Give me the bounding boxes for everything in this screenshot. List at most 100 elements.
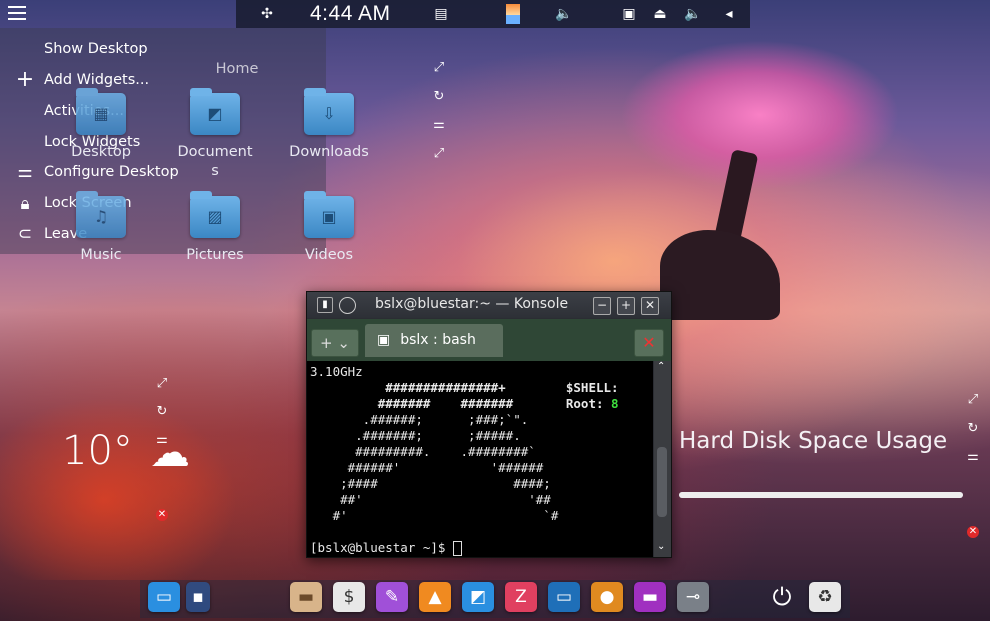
settings-icon[interactable]: ⚌	[964, 449, 982, 464]
disk-usage-bar	[679, 492, 963, 498]
rotate-icon[interactable]: ↻	[964, 421, 982, 436]
folder-icon: ♫	[76, 191, 126, 238]
term-prompt: [bslx@bluestar ~]$	[310, 540, 453, 555]
folder-icon: ▦	[76, 88, 126, 135]
pager-icon[interactable]: ▪	[186, 582, 210, 612]
term-line: ###############+ $SHELL:	[310, 380, 619, 395]
settings-icon[interactable]: ⚌	[430, 117, 448, 132]
close-icon[interactable]: ✕	[967, 526, 979, 538]
top-panel: ✣ 4:44 AM ▤ 🔈 ▣ ⏏ 🔈 ◂	[236, 0, 750, 28]
tray-arrow-icon[interactable]: ◂	[718, 4, 740, 24]
speaker-icon[interactable]: 🔈	[682, 4, 704, 24]
disk-usage-fill	[679, 492, 963, 498]
sliders-icon: ⚌	[17, 162, 33, 182]
term-line: 3.10GHz	[310, 364, 363, 379]
tab-label: bslx : bash	[400, 332, 476, 348]
term-cursor	[453, 541, 462, 556]
terminal-output[interactable]: 3.10GHz ###############+ $SHELL: #######…	[307, 361, 653, 557]
resize-icon[interactable]: ⤢	[430, 60, 448, 75]
folder-label: Downloads	[289, 144, 369, 160]
folder-icon: ⇩	[304, 88, 354, 135]
image-viewer-icon[interactable]: ◩	[462, 582, 494, 612]
folder-icon: ◩	[190, 88, 240, 135]
folder-videos[interactable]: ▣ Videos	[274, 191, 384, 265]
folder-label: Videos	[304, 247, 354, 263]
term-line: ####### ####### Root:	[310, 396, 612, 411]
rotate-icon[interactable]: ↻	[430, 89, 448, 104]
vlc-icon[interactable]: ▲	[419, 582, 451, 612]
wallpaper-lava	[0, 380, 260, 580]
term-line: ######' '######	[310, 460, 544, 475]
filezilla-icon[interactable]: Z	[505, 582, 537, 612]
menu-item-add-widgets[interactable]: Add Widgets...	[44, 72, 149, 88]
folder-label: Home	[215, 61, 259, 77]
window-menu-icon[interactable]: ▮	[317, 297, 333, 313]
toggle-icon[interactable]: ⊸	[677, 582, 709, 612]
folder-label: Documents	[177, 144, 253, 179]
folder-pictures[interactable]: ▨ Pictures	[160, 191, 270, 265]
volume-icon[interactable]: 🔈	[553, 4, 575, 24]
kickoff-launcher-icon[interactable]: ✣	[256, 4, 278, 24]
dock: ▭ ▪ ▬ $ ✎ ▲ ◩ Z ▭ ● ▬ ⊸ ⏻ ♻	[0, 578, 990, 621]
usb-device-icon[interactable]: ⏏	[649, 4, 671, 24]
term-line: #' `#	[310, 508, 559, 523]
close-tab-button[interactable]: ✕	[634, 329, 664, 357]
term-line: .######; ;###;`".	[310, 412, 529, 427]
scrollbar-thumb[interactable]	[657, 447, 667, 517]
menu-item-show-desktop[interactable]: Show Desktop	[44, 41, 148, 57]
folder-label: Desktop	[71, 144, 131, 160]
maximize-button[interactable]: +	[617, 297, 635, 315]
term-root-value: 8	[611, 396, 619, 411]
folder-downloads[interactable]: ⇩ Downloads	[274, 88, 384, 162]
tab-bash[interactable]: ▣ bslx : bash	[365, 324, 503, 357]
file-manager-icon[interactable]: ▬	[290, 582, 322, 612]
new-tab-button[interactable]: + ⌄	[311, 329, 359, 357]
resize-icon[interactable]: ⤢	[964, 392, 982, 407]
terminal-icon: ▣	[377, 332, 391, 348]
clock[interactable]: 4:44 AM	[310, 2, 391, 26]
terminal-scrollbar[interactable]: ⌃ ⌄	[654, 361, 671, 557]
network-monitor-icon[interactable]: ▣	[618, 4, 640, 24]
plus-icon: +	[15, 67, 35, 92]
konsole-window: ▮ bslx@bluestar:~ — Konsole − + ✕ + ⌄ ▣ b…	[306, 291, 672, 558]
menu-item-configure-desktop[interactable]: Configure Desktop	[44, 164, 179, 180]
chat-icon[interactable]: ▬	[634, 582, 666, 612]
orange-indicator-icon[interactable]	[506, 4, 520, 24]
keep-above-icon[interactable]	[339, 297, 356, 314]
dock-background	[140, 580, 850, 618]
folder-music[interactable]: ♫ Music	[46, 191, 156, 265]
maximize-icon[interactable]: ⤢	[430, 146, 448, 161]
wallpaper-cliff	[660, 230, 780, 320]
scroll-up-icon[interactable]: ⌃	[657, 361, 665, 372]
resize-icon[interactable]: ⤢	[153, 376, 171, 391]
minimize-button[interactable]: −	[593, 297, 611, 315]
konsole-titlebar[interactable]: ▮ bslx@bluestar:~ — Konsole − + ✕	[307, 292, 671, 318]
lock-icon: 🔒︎	[20, 194, 30, 214]
paint-icon[interactable]: ✎	[376, 582, 408, 612]
folder-label: Music	[80, 247, 122, 263]
show-desktop-icon[interactable]: ▭	[148, 582, 180, 612]
folder-label: Pictures	[186, 247, 244, 263]
folder-icon: ▨	[190, 191, 240, 238]
hamburger-menu-icon[interactable]	[8, 6, 26, 20]
term-line: #########. .########`	[310, 444, 536, 459]
close-button[interactable]: ✕	[641, 297, 659, 315]
power-icon[interactable]: ⏻	[766, 582, 798, 612]
display-icon[interactable]: ▭	[548, 582, 580, 612]
cloud-hail-icon: ☁	[150, 430, 190, 476]
browser-icon[interactable]: ●	[591, 582, 623, 612]
scroll-down-icon[interactable]: ⌄	[657, 541, 665, 552]
konsole-tabbar: + ⌄ ▣ bslx : bash ✕	[307, 319, 671, 361]
notes-icon[interactable]: ▤	[430, 4, 452, 24]
term-line: .#######; ;#####.	[310, 428, 521, 443]
folder-home[interactable]: Home	[182, 60, 292, 79]
rotate-icon[interactable]: ↻	[153, 404, 171, 419]
disk-widget-title: Hard Disk Space Usage	[679, 428, 948, 454]
term-line: ;#### ####;	[310, 476, 551, 491]
weather-temperature: 10°	[62, 428, 133, 474]
folder-desktop[interactable]: ▦ Desktop	[46, 88, 156, 162]
folder-documents[interactable]: ◩ Documents	[160, 88, 270, 181]
terminal-app-icon[interactable]: $	[333, 582, 365, 612]
close-icon[interactable]: ✕	[156, 509, 168, 521]
recycle-icon[interactable]: ♻	[809, 582, 841, 612]
